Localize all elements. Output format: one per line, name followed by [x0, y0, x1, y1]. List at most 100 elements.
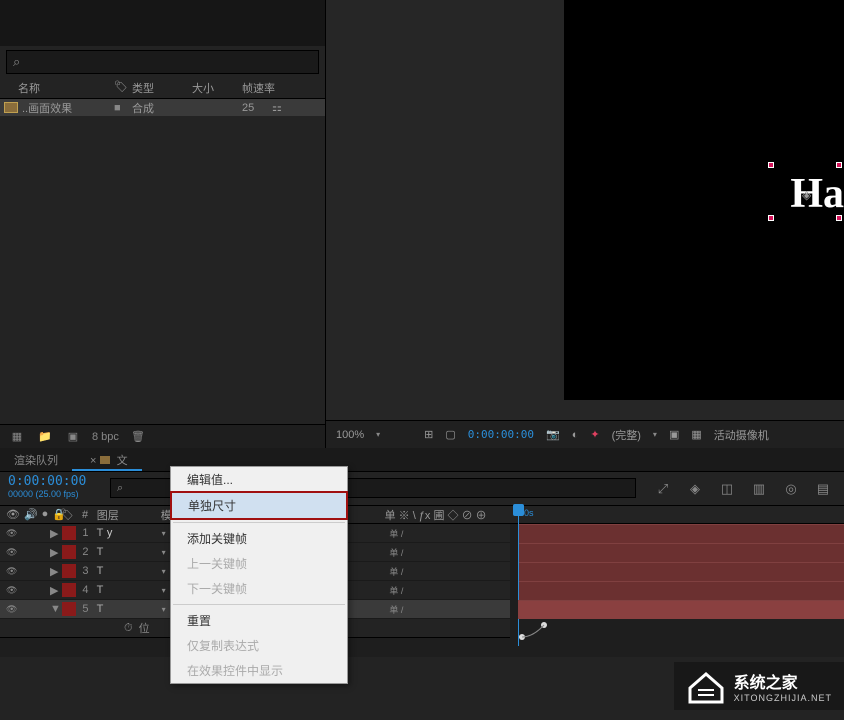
twirl-arrow-icon[interactable]: ▶ — [50, 546, 60, 559]
selection-handle[interactable] — [768, 162, 774, 168]
layer-label[interactable] — [62, 545, 76, 559]
layer-bar[interactable] — [518, 524, 844, 543]
layer-switches[interactable]: 单 / — [383, 603, 510, 616]
layer-switches[interactable]: 单 / — [383, 546, 510, 559]
draft-3d-icon[interactable]: ◈ — [686, 480, 704, 498]
comp-mini-flowchart-icon[interactable]: ⤢ — [654, 480, 672, 498]
new-comp-button[interactable]: ▣ — [64, 428, 82, 446]
property-name: 位 — [139, 620, 150, 636]
layer-number: 4 — [78, 584, 94, 596]
color-mgmt-icon[interactable]: ✦ — [590, 428, 599, 441]
twirl-arrow-icon[interactable]: ▼ — [50, 603, 60, 615]
menu-reveal-effect: 在效果控件中显示 — [171, 658, 347, 683]
selection-handle[interactable] — [836, 162, 842, 168]
twirl-arrow-icon[interactable]: ▶ — [50, 527, 60, 540]
solo-column-icon[interactable]: ● — [42, 508, 49, 521]
col-tag-icon[interactable]: 🏷 — [114, 80, 132, 96]
project-panel: 名称 🏷 类型 大小 帧速率 ..画面效果 ■ 合成 25 ⚏ ▦ 📁 ▣ 8 … — [0, 0, 326, 448]
twirl-arrow-icon[interactable]: ▶ — [50, 584, 60, 597]
toggle-guides-icon[interactable]: ▢ — [445, 428, 455, 441]
timeline-track-area[interactable]: 0s — [510, 506, 844, 657]
layer-switches[interactable]: 单 / — [383, 565, 510, 578]
number-column[interactable]: # — [77, 509, 92, 521]
visibility-toggle[interactable] — [6, 584, 18, 596]
show-channel-icon[interactable]: ◐ — [572, 429, 579, 441]
menu-separate-dimensions[interactable]: 单独尺寸 — [170, 491, 348, 520]
tab-composition[interactable]: × 文 — [72, 448, 142, 471]
tab-render-queue[interactable]: 渲染队列 — [0, 448, 72, 471]
motion-blur-icon[interactable]: ◎ — [782, 480, 800, 498]
video-column-icon[interactable]: 👁 — [6, 508, 20, 521]
layer-number: 3 — [78, 565, 94, 577]
layer-switches[interactable]: 单 / — [383, 527, 510, 540]
snapshot-icon[interactable]: 📷 — [546, 428, 560, 441]
interpret-footage-button[interactable]: ▦ — [8, 428, 26, 446]
menu-copy-expression: 仅复制表达式 — [171, 633, 347, 658]
layer-bar[interactable] — [518, 581, 844, 600]
project-footer: ▦ 📁 ▣ 8 bpc 🗑 — [0, 424, 325, 448]
keyframe-curve-icon[interactable] — [518, 621, 548, 641]
twirl-arrow-icon[interactable]: ▶ — [50, 565, 60, 578]
transparency-grid-icon[interactable]: ▦ — [691, 428, 701, 441]
layer-switches[interactable]: 单 / — [383, 584, 510, 597]
layer-type-icon: T — [93, 584, 107, 596]
menu-reset[interactable]: 重置 — [171, 608, 347, 633]
text-layer-preview[interactable]: Ha — [790, 170, 844, 218]
visibility-toggle[interactable] — [6, 603, 18, 615]
camera-dropdown[interactable]: 活动摄像机 — [714, 427, 769, 443]
layer-type-icon: T — [93, 603, 107, 615]
timeline-timecode[interactable]: 0:00:00:00 — [8, 474, 96, 489]
frame-blend-icon[interactable]: ▥ — [750, 480, 768, 498]
layer-label[interactable] — [62, 564, 76, 578]
audio-column-icon[interactable]: 🔊 — [24, 508, 38, 521]
graph-editor-icon[interactable]: ▤ — [814, 480, 832, 498]
resolution-dropdown[interactable]: (完整) — [612, 427, 641, 443]
flowchart-icon[interactable]: ⚏ — [272, 101, 282, 114]
current-time-display[interactable]: 0:00:00:00 — [468, 428, 534, 441]
layer-bar[interactable] — [518, 562, 844, 581]
layer-bar[interactable] — [518, 600, 844, 619]
layer-label[interactable] — [62, 526, 76, 540]
label-column-icon[interactable]: 🏷 — [60, 508, 77, 521]
watermark: 系统之家 XITONGZHIJIA.NET — [674, 662, 844, 710]
roi-icon[interactable]: ▣ — [669, 428, 679, 441]
col-fps[interactable]: 帧速率 — [242, 80, 292, 96]
project-item[interactable]: ..画面效果 ■ 合成 25 ⚏ — [0, 99, 325, 116]
selection-handle[interactable] — [768, 215, 774, 221]
layer-type-icon: T — [93, 527, 107, 539]
bpc-display[interactable]: 8 bpc — [92, 431, 119, 443]
search-input[interactable] — [6, 50, 319, 74]
col-name[interactable]: 名称 — [4, 80, 114, 96]
layer-label[interactable] — [62, 583, 76, 597]
new-folder-button[interactable]: 📁 — [36, 428, 54, 446]
context-menu: 编辑值... 单独尺寸 添加关键帧 上一关键帧 下一关键帧 重置 仅复制表达式 … — [170, 466, 348, 684]
visibility-toggle[interactable] — [6, 546, 18, 558]
layer-number: 2 — [78, 546, 94, 558]
layer-label[interactable] — [62, 602, 76, 616]
time-ruler[interactable]: 0s — [510, 506, 844, 524]
watermark-logo-icon — [686, 668, 726, 704]
toggle-grid-icon[interactable]: ⊞ — [424, 428, 433, 441]
layer-name[interactable]: y — [107, 527, 150, 539]
composition-footer: 100% ▾ ⊞ ▢ 0:00:00:00 📷 ◐ ✦ (完整) ▾ ▣ ▦ 活… — [326, 420, 844, 448]
delete-button[interactable]: 🗑 — [129, 428, 147, 446]
name-column[interactable]: 图层 — [93, 507, 153, 523]
composition-panel: Ha 100% ▾ ⊞ ▢ 0:00:00:00 📷 ◐ ✦ (完整) ▾ ▣ … — [326, 0, 844, 448]
col-size[interactable]: 大小 — [192, 80, 242, 96]
visibility-toggle[interactable] — [6, 527, 18, 539]
stopwatch-icon[interactable]: ⏱ — [124, 622, 133, 635]
anchor-point-icon[interactable] — [802, 188, 814, 200]
visibility-toggle[interactable] — [6, 565, 18, 577]
hide-shy-icon[interactable]: ◫ — [718, 480, 736, 498]
menu-add-keyframe[interactable]: 添加关键帧 — [171, 526, 347, 551]
composition-viewer[interactable]: Ha — [564, 0, 844, 400]
menu-prev-keyframe: 上一关键帧 — [171, 551, 347, 576]
chevron-down-icon: ▾ — [376, 430, 380, 439]
layer-number: 5 — [78, 603, 94, 615]
menu-edit-value[interactable]: 编辑值... — [171, 467, 347, 492]
col-type[interactable]: 类型 — [132, 80, 192, 96]
item-fps: 25 — [242, 102, 272, 114]
close-icon[interactable]: × — [90, 455, 96, 467]
layer-bar[interactable] — [518, 543, 844, 562]
zoom-dropdown[interactable]: 100% — [336, 429, 364, 441]
